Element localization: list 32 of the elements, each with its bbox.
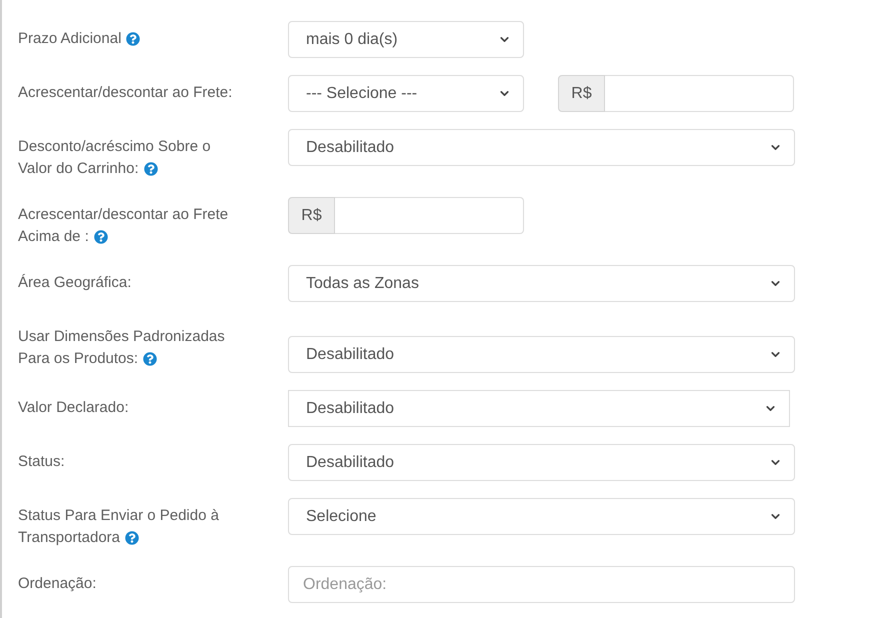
select-field[interactable]: Todas as Zonas (288, 265, 795, 302)
help-icon[interactable] (125, 531, 139, 545)
field-label: Desconto/acréscimo Sobre o (18, 137, 211, 157)
amount-input[interactable] (335, 197, 524, 234)
field-label: Status: (18, 452, 65, 472)
currency-addon: R$ (558, 75, 605, 112)
select-field[interactable]: Desabilitado (288, 129, 795, 166)
field-label: Prazo Adicional (18, 29, 122, 49)
select-field[interactable]: Desabilitado (288, 336, 795, 373)
help-icon[interactable] (144, 162, 158, 176)
select-field[interactable]: Desabilitado (288, 390, 790, 427)
field-label: Ordenação: (18, 574, 96, 594)
field-label: Acrescentar/descontar ao Frete: (18, 83, 232, 103)
currency-addon: R$ (288, 197, 335, 234)
help-icon[interactable] (143, 352, 158, 366)
sort-order-input[interactable]: Ordenação: (288, 566, 795, 603)
field-label: Acrescentar/descontar ao Frete (18, 205, 228, 225)
help-icon[interactable] (126, 32, 140, 46)
select-field[interactable]: --- Selecione --- (288, 75, 524, 112)
select-field[interactable]: mais 0 dia(s) (288, 21, 524, 58)
field-label: Acima de : (18, 227, 89, 247)
field-label: Status Para Enviar o Pedido à (18, 506, 219, 526)
field-label: Área Geográfica: (18, 273, 132, 293)
field-label: Usar Dimensões Padronizadas (18, 327, 225, 347)
help-icon[interactable] (94, 230, 108, 244)
field-label: Valor do Carrinho: (18, 159, 139, 179)
field-label: Valor Declarado: (18, 398, 129, 418)
select-field[interactable]: Desabilitado (288, 444, 795, 481)
field-label: Para os Produtos: (18, 349, 138, 369)
field-label: Transportadora (18, 528, 120, 548)
amount-input[interactable] (605, 75, 794, 112)
select-field[interactable]: Selecione (288, 498, 795, 535)
